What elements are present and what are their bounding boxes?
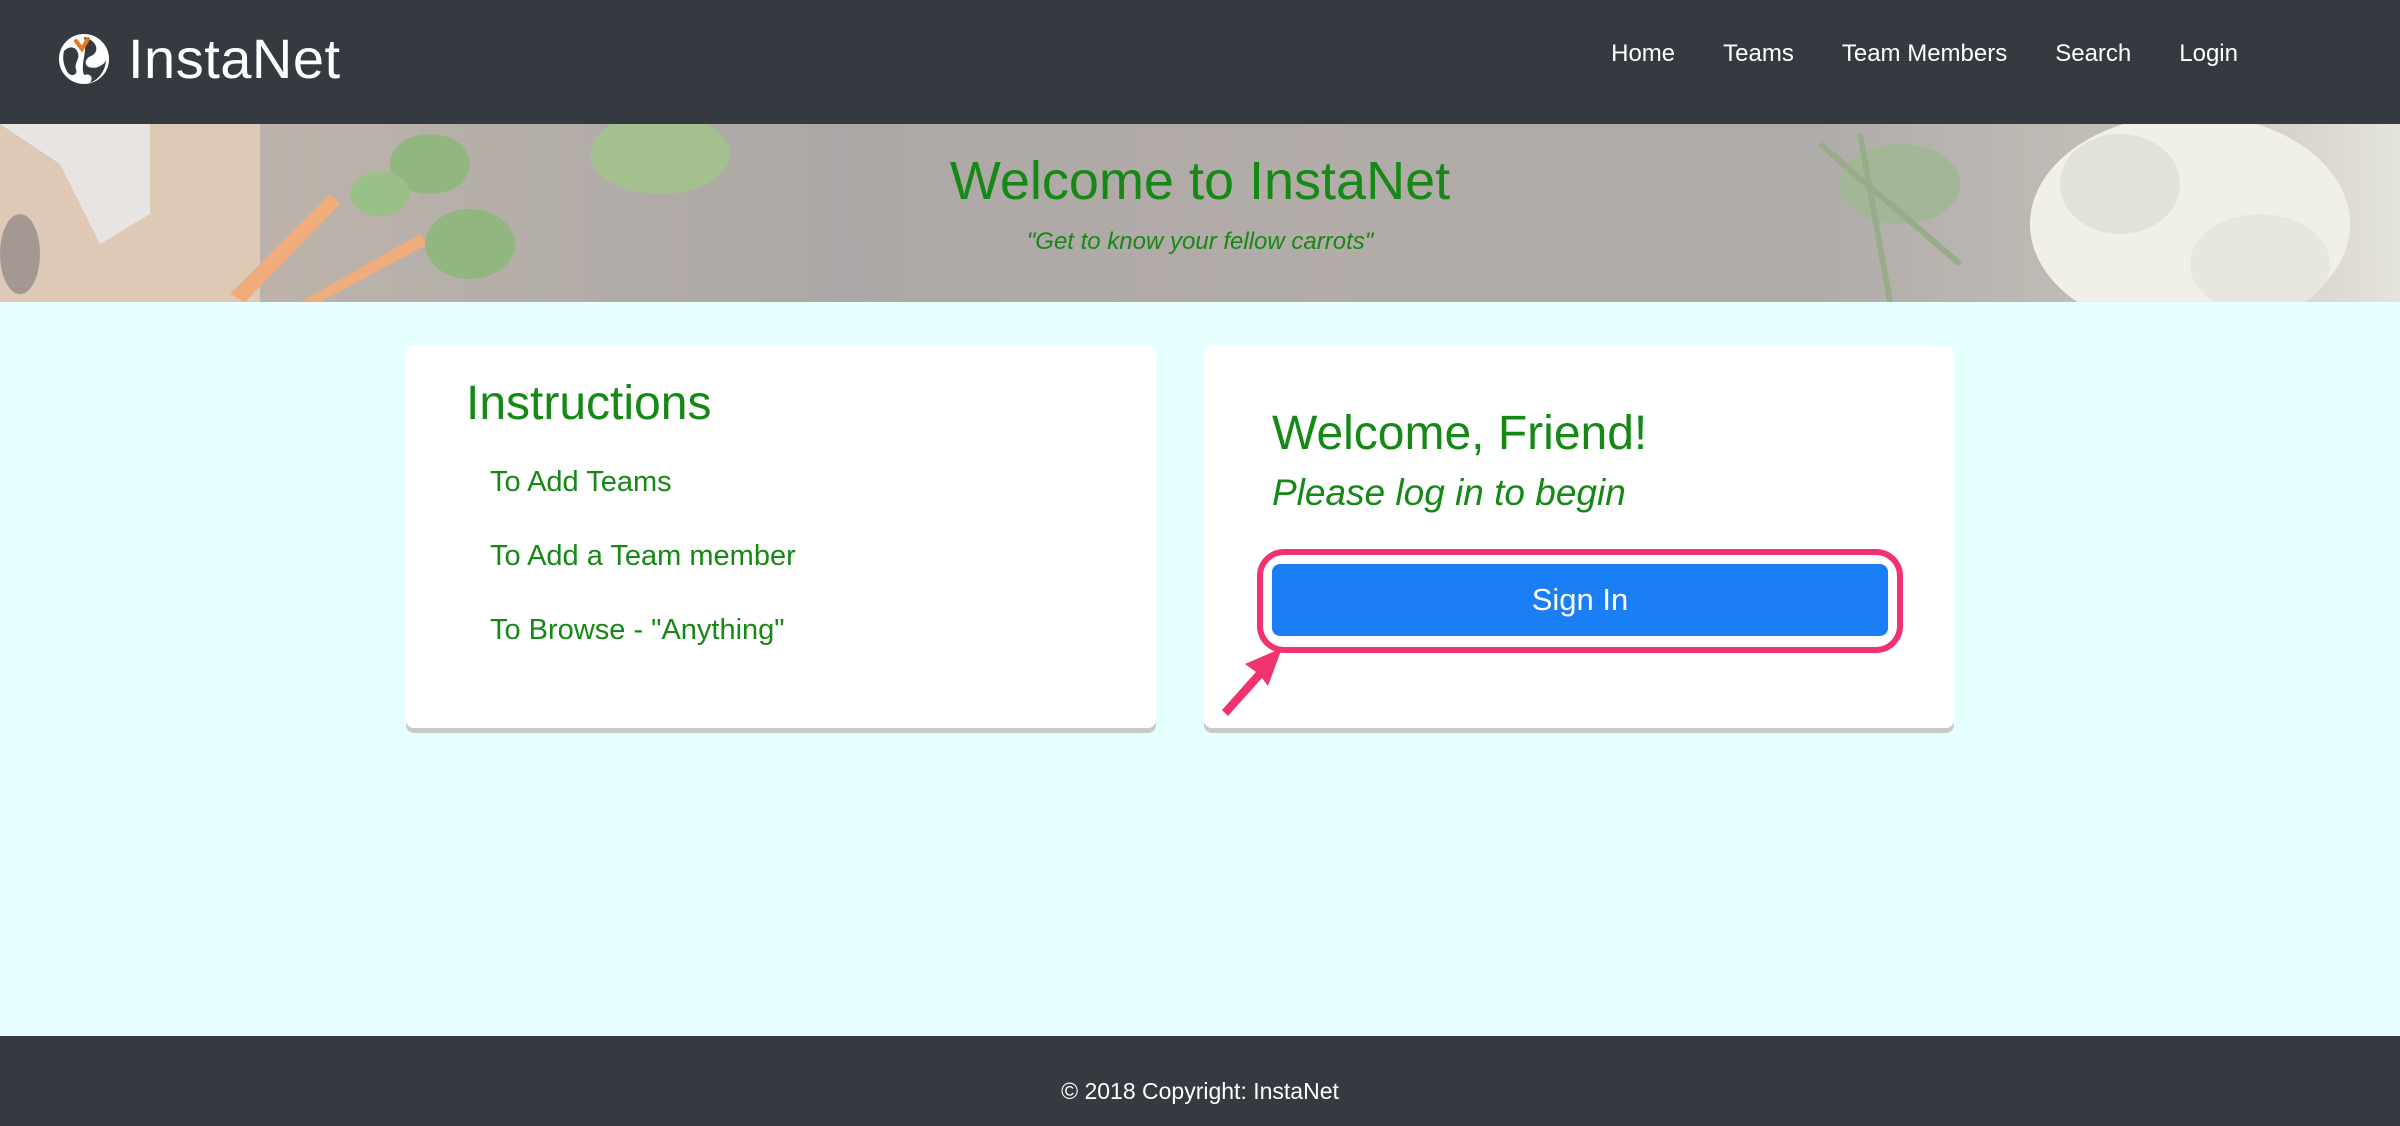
hero-title: Welcome to InstaNet bbox=[949, 151, 1451, 211]
instructions-card: Instructions To Add Teams To Add a Team … bbox=[406, 346, 1156, 728]
nav-teams[interactable]: Teams bbox=[1723, 40, 1794, 68]
instructions-title: Instructions bbox=[466, 377, 712, 430]
instruction-browse-link[interactable]: To Browse - "Anything" bbox=[490, 614, 785, 647]
brand-name: InstaNet bbox=[128, 27, 341, 90]
hero-subtitle: "Get to know your fellow carrots" bbox=[1026, 228, 1374, 255]
hero-banner: Welcome to InstaNet "Get to know your fe… bbox=[0, 124, 2400, 302]
instruction-add-teams-link[interactable]: To Add Teams bbox=[490, 466, 672, 499]
brand-link[interactable]: InstaNet bbox=[54, 26, 341, 91]
globe-icon bbox=[57, 31, 111, 86]
navbar: InstaNet Home Teams Team Members Search … bbox=[0, 0, 2400, 124]
copyright-text: © 2018 Copyright: InstaNet bbox=[1061, 1078, 1339, 1104]
login-prompt: Please log in to begin bbox=[1272, 472, 1626, 513]
login-card: Welcome, Friend! Please log in to begin … bbox=[1204, 346, 1954, 728]
welcome-title: Welcome, Friend! bbox=[1272, 407, 1648, 460]
nav-home[interactable]: Home bbox=[1611, 40, 1675, 68]
nav-search[interactable]: Search bbox=[2055, 40, 2131, 68]
nav-team-members[interactable]: Team Members bbox=[1842, 40, 2007, 68]
sign-in-button[interactable]: Sign In bbox=[1272, 564, 1888, 636]
nav-links: Home Teams Team Members Search Login bbox=[1563, 40, 2238, 68]
nav-login[interactable]: Login bbox=[2179, 40, 2238, 68]
footer: © 2018 Copyright: InstaNet bbox=[0, 1036, 2400, 1126]
instruction-add-team-member-link[interactable]: To Add a Team member bbox=[490, 540, 796, 573]
